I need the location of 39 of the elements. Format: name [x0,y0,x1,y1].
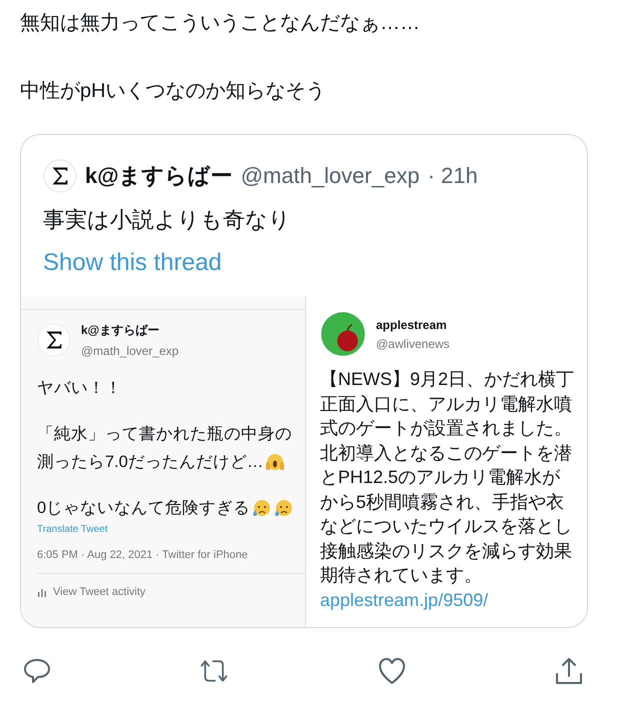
article-link[interactable]: applestream.jp/9509/ [320,588,488,612]
post-text: 中性がpHいくつなのか知らなそう [20,79,327,104]
share-icon[interactable] [554,656,584,686]
bar-chart-icon [37,587,47,597]
news-text: 北初導入となるこのゲートを潜 [320,442,572,464]
author-name: applestream [376,318,448,332]
news-text: とPH12.5のアルカリ電解水が [320,466,560,489]
quote-text: 事実は小説よりも奇なり [43,206,292,234]
news-text: 正面入口に、アルカリ電解水噴 [320,392,572,416]
post-text: 無知は無力ってこういうことなんだなぁ…… [20,11,421,36]
news-text: から5秒間噴霧され、手指や衣 [320,490,564,514]
news-text: 【NEWS】9月2日、かだれ横丁 [320,368,574,391]
apple-avatar-icon [320,311,366,357]
sweat-face-icon [252,498,272,518]
news-text: 式のゲートが設置されました。 [320,417,572,440]
tweet-text: 測ったら7.0だったんだけど… [37,452,264,473]
activity-link[interactable]: View Tweet activity [53,586,146,598]
show-thread-link[interactable]: Show this thread [43,249,222,277]
heart-icon[interactable] [376,656,407,686]
tweet-text: 0じゃないなんて危険すぎる [37,498,250,519]
news-text: 期待されています。 [320,564,482,587]
sweat-face-icon [274,498,294,518]
news-text: などについたウイルスを落とし [320,515,572,538]
tweet-text: 「純水」って書かれた瓶の中身の [37,424,292,445]
reply-icon[interactable] [22,656,52,686]
sigma-avatar-icon [43,159,77,193]
sigma-avatar-icon [37,323,71,357]
screaming-face-icon [265,452,286,472]
post-time: · 21h [428,163,478,189]
tweet-timestamp: 6:05 PM · Aug 22, 2021 · Twitter for iPhone [37,549,249,561]
tweet-text: ヤバい！！ [37,378,122,399]
author-handle: @math_lover_exp [81,344,179,358]
author-name: k@ますらばー [81,322,160,339]
author-name: k@ますらばー [85,162,233,190]
author-handle: @math_lover_exp [240,163,420,189]
author-handle: @awlivenews [376,336,450,350]
translate-link[interactable]: Translate Tweet [37,524,305,535]
news-text: 接触感染のリスクを減らす効果 [320,540,572,562]
quote-card[interactable] [20,134,588,628]
